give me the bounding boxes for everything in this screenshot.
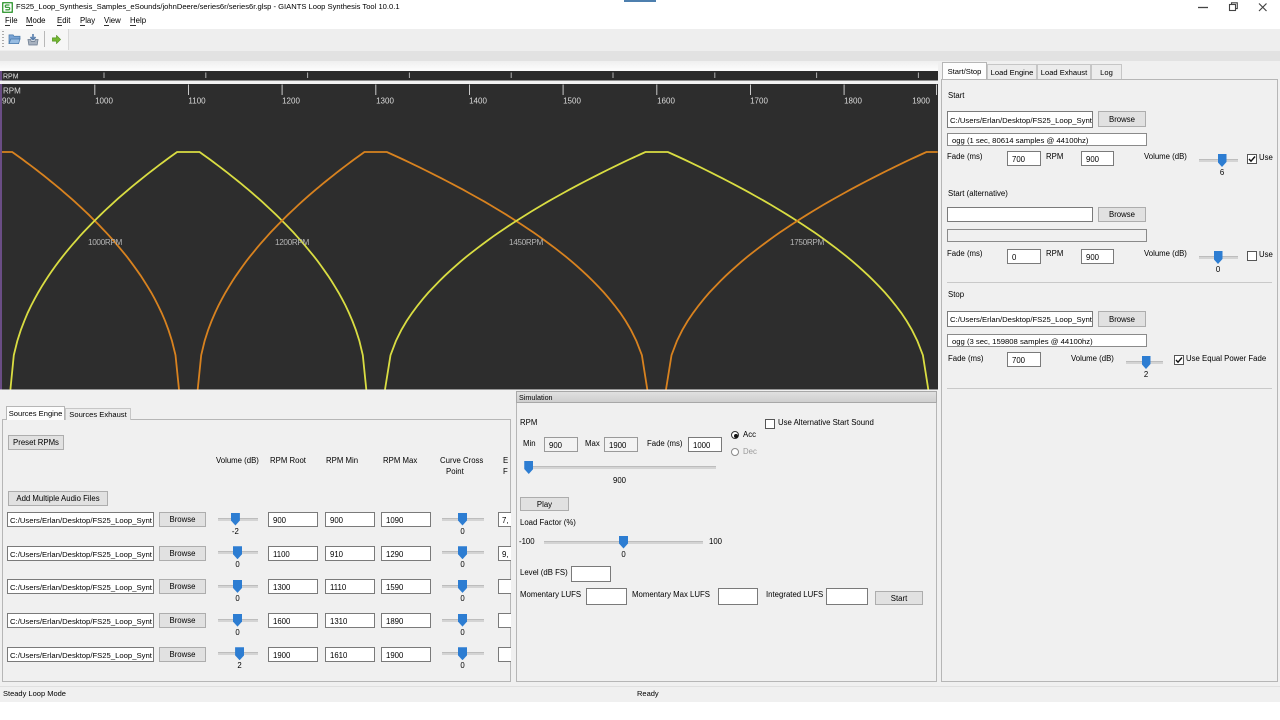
svg-text:1200: 1200: [282, 97, 300, 106]
svg-text:RPM: RPM: [3, 74, 19, 81]
svg-text:RPM: RPM: [3, 87, 21, 96]
svg-text:1750RPM: 1750RPM: [790, 238, 824, 247]
svg-text:1300: 1300: [376, 97, 394, 106]
svg-text:1600: 1600: [657, 97, 675, 106]
svg-text:1100: 1100: [188, 97, 206, 106]
svg-text:1000: 1000: [95, 97, 113, 106]
svg-text:1900: 1900: [912, 97, 930, 106]
svg-text:1500: 1500: [563, 97, 581, 106]
svg-text:1400: 1400: [469, 97, 487, 106]
svg-text:1200RPM: 1200RPM: [275, 238, 309, 247]
svg-text:900: 900: [2, 97, 16, 106]
svg-text:1450RPM: 1450RPM: [509, 238, 543, 247]
svg-text:1700: 1700: [750, 97, 768, 106]
svg-text:1800: 1800: [844, 97, 862, 106]
svg-text:1000RPM: 1000RPM: [88, 238, 122, 247]
